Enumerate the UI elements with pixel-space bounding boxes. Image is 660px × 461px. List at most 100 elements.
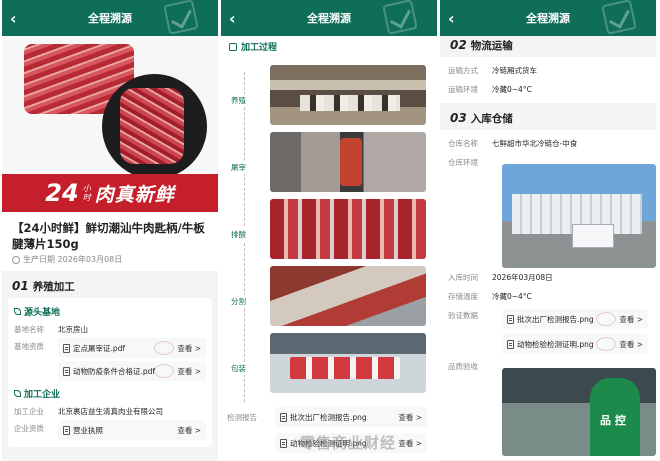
file-icon [280, 412, 287, 422]
label-processor-name: 加工企业 [14, 407, 44, 416]
banner-hours: 24 [45, 179, 79, 207]
subheading-source-base: 源头基地 [14, 302, 206, 321]
label-transport-mode: 运输方式 [448, 66, 478, 75]
page-title: 全程溯源 [88, 12, 132, 25]
file-row[interactable]: 营业执照 查看 > [58, 420, 206, 440]
section-number: 01 [12, 279, 29, 293]
checkmark-badge-icon [163, 0, 199, 35]
label-storage-temp: 存储温度 [448, 292, 478, 301]
leaf-icon [14, 390, 21, 397]
row-transport-env: 运输环境 冷藏0~4°C [448, 80, 648, 99]
file-row[interactable]: 动物防疫条件合格证.pdf 查看 > [58, 361, 206, 381]
value-warehouse-name: 七鲜超市华北冷链仓-中食 [492, 139, 578, 148]
logistics-card: 运输方式 冷链厢式货车 运输环境 冷藏0~4°C [440, 57, 656, 103]
view-button[interactable]: 查看 > [398, 412, 422, 423]
file-icon [507, 339, 514, 349]
row-base-name: 基地名称 北京房山 [14, 321, 206, 338]
banner-unit-top: 小 [82, 184, 91, 193]
view-button[interactable]: 查看 > [398, 438, 422, 449]
step-label: 屠宰 [231, 161, 246, 174]
banner-slogan: 肉真新鲜 [94, 183, 175, 206]
processing-heading-text: 加工过程 [241, 43, 278, 53]
processing-heading: 加工过程 [221, 36, 437, 57]
file-row[interactable]: 动物检验检测证明.png 查看 > [502, 334, 648, 354]
back-arrow-icon[interactable]: ‹ [10, 9, 17, 28]
label-inspection: 验证数据 [448, 311, 478, 320]
subheading-text: 源头基地 [24, 308, 61, 318]
file-row[interactable]: 批次出厂检测报告.png 查看 > [502, 309, 648, 329]
file-name: 批次出厂检测报告.png [507, 314, 594, 325]
beef-plate-slices-image [120, 88, 184, 164]
panel-logistics-storage: ‹ 全程溯源 02 物流运输 运输方式 冷链厢式货车 运输环境 冷藏0~4°C … [440, 0, 656, 461]
value-storage-temp: 冷藏0~4°C [492, 292, 532, 301]
view-button[interactable]: 查看 > [619, 314, 643, 325]
storage-card: 仓库名称 七鲜超市华北冷链仓-中食 仓库环境 入库时间 2026年03月08日 … [440, 130, 656, 460]
value-base-name: 北京房山 [58, 325, 88, 334]
step-label: 养殖 [231, 94, 246, 107]
label-transport-env: 运输环境 [448, 85, 478, 94]
section-header-farming: 01 养殖加工 [2, 271, 218, 298]
view-button[interactable]: 查看 > [177, 343, 201, 354]
file-row[interactable]: 批次出厂检测报告.png 查看 > [275, 407, 427, 427]
file-icon [63, 343, 70, 353]
production-date: 生产日期 2026年03月08日 [2, 252, 218, 271]
production-date-text: 生产日期 2026年03月08日 [23, 255, 123, 264]
file-icon [63, 425, 70, 435]
file-name: 营业执照 [63, 425, 103, 436]
value-in-time: 2026年03月08日 [492, 273, 553, 282]
warehouse-photo[interactable] [502, 164, 656, 268]
slaughter-photo[interactable] [270, 132, 426, 192]
label-processor-cert: 企业资质 [14, 424, 44, 433]
file-name-text: 批次出厂检测报告.png [290, 412, 367, 422]
row-processor-name: 加工企业 北京裹店益生清真肉业有限公司 [14, 403, 206, 420]
stamp-icon [154, 364, 174, 378]
row-in-time: 入库时间 2026年03月08日 [448, 268, 648, 287]
file-name-text: 营业执照 [73, 425, 103, 435]
file-name: 批次出厂检测报告.png [280, 412, 367, 423]
acid-discharge-photo[interactable] [270, 199, 426, 259]
label-warehouse-name: 仓库名称 [448, 139, 478, 148]
view-button[interactable]: 查看 > [177, 366, 201, 377]
back-arrow-icon[interactable]: ‹ [448, 9, 455, 28]
cutting-photo[interactable] [270, 266, 426, 326]
stamp-icon [596, 312, 616, 326]
clock-icon [12, 255, 20, 264]
file-icon [63, 366, 70, 376]
packaging-photo[interactable] [270, 333, 426, 393]
product-title: 【24小时鲜】鲜切潮汕牛肉匙柄/牛板腱薄片150g [2, 212, 218, 252]
checkmark-badge-icon [382, 0, 418, 35]
file-icon [280, 438, 287, 448]
report-label: 检测报告 [227, 413, 257, 422]
view-button[interactable]: 查看 > [619, 339, 643, 350]
value-transport-env: 冷藏0~4°C [492, 85, 532, 94]
file-name-text: 定点屠宰证.pdf [73, 343, 126, 353]
label-quality: 品质验收 [448, 362, 478, 371]
label-base-cert: 基地资质 [14, 342, 44, 351]
section-number: 03 [450, 111, 467, 125]
value-transport-mode: 冷链厢式货车 [492, 66, 537, 75]
section-label: 入库仓储 [470, 113, 513, 125]
source-info-card: 源头基地 基地名称 北京房山 基地资质 定点屠宰证.pdf 查看 > 动物防疫条… [8, 298, 212, 447]
row-storage-temp: 存储温度 冷藏0~4°C [448, 287, 648, 306]
farming-photo[interactable] [270, 65, 426, 125]
file-row[interactable]: 定点屠宰证.pdf 查看 > [58, 338, 206, 358]
top-bar: ‹ 全程溯源 [221, 0, 437, 36]
back-arrow-icon[interactable]: ‹ [229, 9, 236, 28]
file-icon [507, 314, 514, 324]
banner-unit-bottom: 时 [82, 193, 91, 202]
file-name-text: 动物防疫条件合格证.pdf [73, 366, 156, 376]
section-header-logistics: 02 物流运输 [440, 36, 656, 57]
panel-processing: ‹ 全程溯源 加工过程 养殖 屠宰 排酸 分割 包装 检测报告 批次出厂检测报告… [221, 0, 437, 461]
view-button[interactable]: 查看 > [177, 425, 201, 436]
section-label: 物流运输 [470, 40, 513, 52]
page-title: 全程溯源 [307, 12, 351, 25]
step-label: 包装 [231, 362, 246, 375]
page-title: 全程溯源 [526, 12, 570, 25]
label-base-name: 基地名称 [14, 325, 44, 334]
value-processor-name: 北京裹店益生清真肉业有限公司 [58, 407, 163, 416]
watermark-text: 零售商业财经 [300, 434, 397, 452]
label-in-time: 入库时间 [448, 273, 478, 282]
quality-control-photo[interactable] [502, 368, 656, 456]
file-name-text: 批次出厂检测报告.png [517, 314, 594, 324]
freshness-banner: 24 小 时 肉真新鲜 [2, 174, 218, 212]
